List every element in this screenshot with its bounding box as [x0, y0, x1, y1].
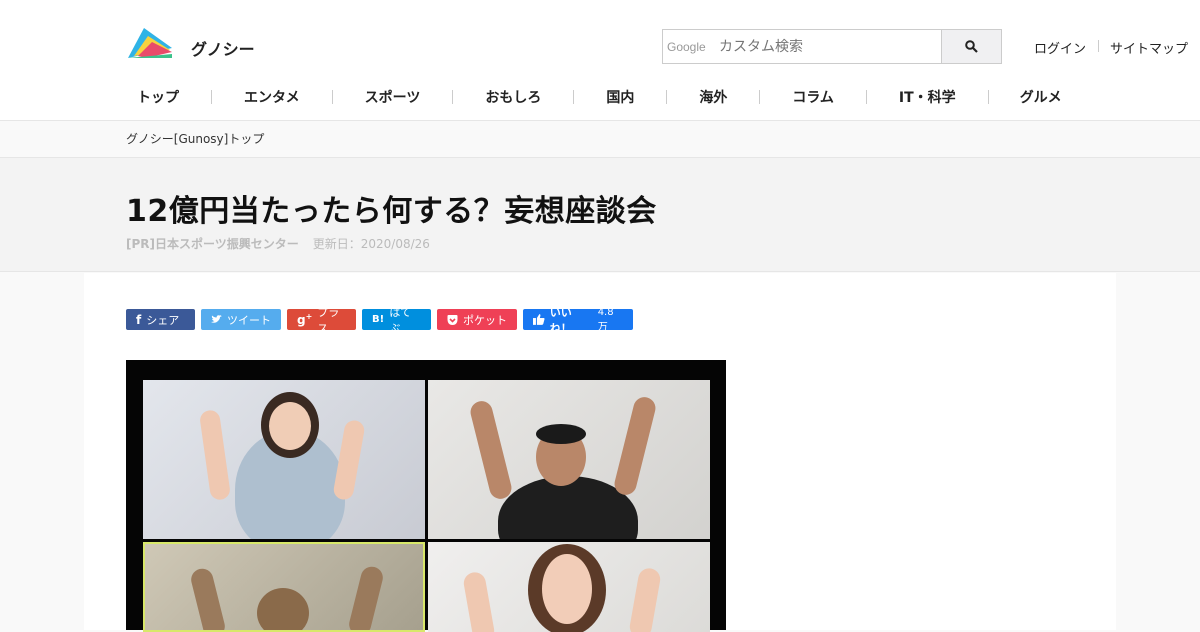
video-tile-woman-2: [428, 542, 710, 632]
thumbs-up-icon: [533, 314, 545, 325]
google-plus-share-button[interactable]: g+ プラス: [287, 306, 356, 335]
video-tile-woman-1: [143, 380, 425, 539]
like-label: いいね！: [549, 305, 572, 335]
article-meta: [PR]日本スポーツ振興センター 更新日：2020/08/26: [126, 235, 430, 252]
nav-item-column[interactable]: コラム: [760, 87, 866, 107]
hatena-share-button[interactable]: B! はてぶ: [362, 306, 431, 335]
facebook-icon: f: [136, 312, 142, 327]
page-title: 12億円当たったら何する？妄想座談会: [126, 194, 657, 229]
nav-item-gourmet[interactable]: グルメ: [989, 87, 1093, 107]
google-plus-icon: g+: [297, 312, 313, 327]
twitter-share-button[interactable]: ツイート: [201, 309, 281, 330]
facebook-share-button[interactable]: f シェア: [126, 309, 195, 330]
share-buttons: f シェア ツイート g+ プラス B! はてぶ ポケット いいね！ 4.8万: [126, 306, 633, 335]
article-author: [PR]日本スポーツ振興センター: [126, 237, 299, 251]
like-count: 4.8万: [597, 306, 614, 333]
article-hero-image: [126, 360, 726, 632]
google-mark: Google: [667, 40, 706, 54]
brand-name[interactable]: グノシー: [191, 36, 255, 60]
hatena-bookmark-icon: B!: [372, 314, 385, 325]
login-link[interactable]: ログイン: [1034, 38, 1086, 57]
video-tile-man-1: [428, 380, 710, 539]
nav-item-domestic[interactable]: 国内: [574, 87, 666, 107]
hatena-label: はてぶ: [389, 305, 412, 335]
pocket-icon: [447, 314, 458, 325]
gunosy-logo-icon[interactable]: [126, 26, 174, 60]
pocket-share-button[interactable]: ポケット: [437, 309, 517, 330]
search-button[interactable]: [941, 30, 1001, 63]
twitter-icon: [211, 315, 222, 323]
article-body: f シェア ツイート g+ プラス B! はてぶ ポケット いいね！ 4.8万: [84, 273, 1116, 632]
search-box: Google: [662, 29, 1002, 64]
nav-item-fun[interactable]: おもしろ: [453, 87, 573, 107]
divider: [1098, 40, 1100, 52]
utility-links: ログイン サイトマップ: [1034, 38, 1188, 57]
search-icon: [965, 40, 978, 53]
breadcrumb[interactable]: グノシー[Gunosy]トップ: [126, 130, 264, 147]
sitemap-link[interactable]: サイトマップ: [1110, 38, 1188, 57]
category-nav: トップ エンタメ スポーツ おもしろ 国内 海外 コラム IT・科学 グルメ: [126, 78, 1093, 116]
title-band: 12億円当たったら何する？妄想座談会 [PR]日本スポーツ振興センター 更新日：…: [0, 157, 1200, 272]
nav-item-top[interactable]: トップ: [126, 87, 211, 107]
pocket-label: ポケット: [463, 313, 507, 327]
tweet-label: ツイート: [227, 313, 271, 327]
nav-item-entertainment[interactable]: エンタメ: [212, 87, 332, 107]
share-label: シェア: [146, 313, 180, 327]
plus-label: プラス: [317, 305, 340, 335]
like-button[interactable]: いいね！ 4.8万: [523, 306, 633, 335]
nav-item-overseas[interactable]: 海外: [667, 87, 759, 107]
nav-item-it-science[interactable]: IT・科学: [867, 87, 988, 107]
nav-item-sports[interactable]: スポーツ: [333, 87, 453, 107]
site-header: グノシー Google ログイン サイトマップ トップ エンタメ スポーツ おも…: [0, 0, 1200, 121]
video-tile-man-2: [143, 542, 425, 632]
article-updated-date: 更新日：2020/08/26: [312, 237, 430, 251]
